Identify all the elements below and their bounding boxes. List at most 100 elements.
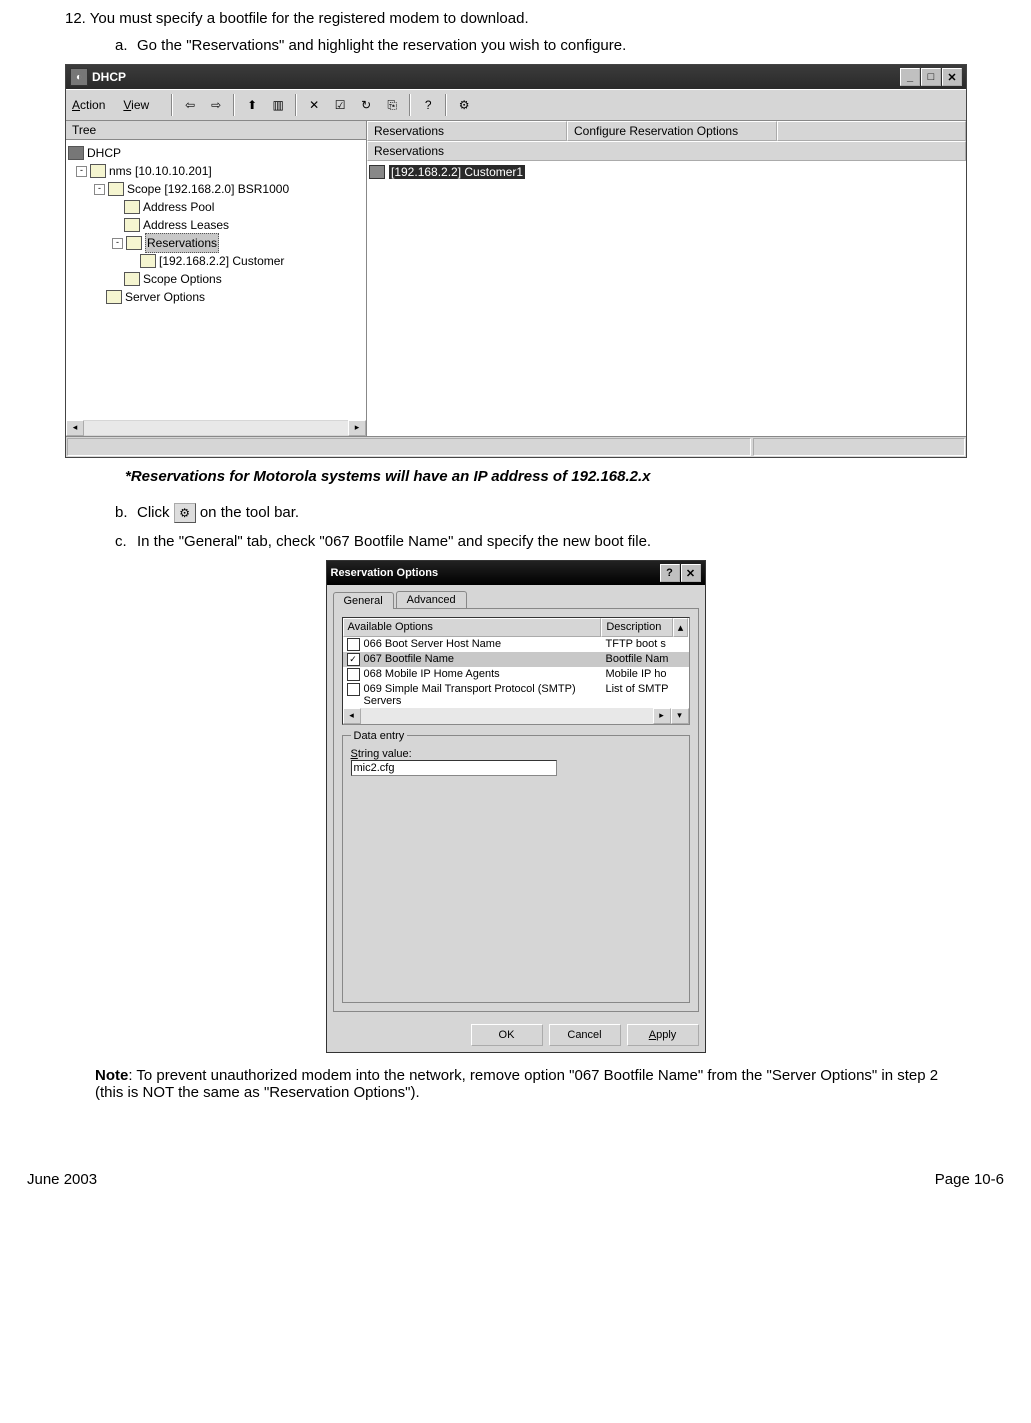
checkbox-066[interactable] bbox=[347, 638, 360, 651]
tree-res-item[interactable]: [192.168.2.2] Customer bbox=[159, 252, 284, 270]
scroll-left-button[interactable]: ◂ bbox=[66, 420, 84, 436]
col-config-options[interactable]: Configure Reservation Options bbox=[567, 121, 777, 141]
tab-advanced[interactable]: Advanced bbox=[396, 591, 467, 608]
tree-leases[interactable]: Address Leases bbox=[143, 216, 229, 234]
option-desc: TFTP boot s bbox=[606, 638, 666, 651]
collapse-icon[interactable]: - bbox=[76, 166, 87, 177]
tree-nms[interactable]: nms [10.10.10.201] bbox=[109, 162, 212, 180]
gear-icon: ⚙ bbox=[174, 503, 196, 523]
col-available-options[interactable]: Available Options bbox=[343, 618, 602, 637]
string-value-label: String value: bbox=[351, 748, 681, 760]
page-footer: June 2003 Page 10-6 bbox=[25, 1171, 1006, 1188]
tree-scope[interactable]: Scope [192.168.2.0] BSR1000 bbox=[127, 180, 289, 198]
col-empty bbox=[777, 121, 966, 141]
list-pane: Reservations Configure Reservation Optio… bbox=[367, 121, 966, 436]
option-row-067[interactable]: ✓ 067 Bootfile Name Bootfile Nam bbox=[343, 652, 689, 667]
checkbox-069[interactable] bbox=[347, 683, 360, 696]
tree-scope-opts[interactable]: Scope Options bbox=[143, 270, 222, 288]
step-b-pre: Click bbox=[137, 504, 174, 521]
step-a: a.Go the "Reservations" and highlight th… bbox=[115, 37, 1006, 54]
tree[interactable]: DHCP -nms [10.10.10.201] -Scope [192.168… bbox=[66, 140, 366, 420]
string-value-input[interactable] bbox=[351, 760, 557, 776]
menu-view[interactable]: View bbox=[123, 98, 149, 112]
col-description[interactable]: Description bbox=[601, 618, 672, 637]
options-listbox[interactable]: Available Options Description ▴ 066 Boot… bbox=[342, 617, 690, 725]
dhcp-window: ◐ DHCP _ □ ✕ Action View ⇦ ⇨ ⬆ ▥ ✕ ☑ ↻ ⎘… bbox=[65, 64, 967, 458]
show-hide-button[interactable]: ▥ bbox=[266, 93, 290, 117]
title-bar[interactable]: ◐ DHCP _ □ ✕ bbox=[66, 65, 966, 89]
step-b-post: on the tool bar. bbox=[196, 504, 299, 521]
collapse-icon[interactable]: - bbox=[94, 184, 105, 195]
export-button[interactable]: ⎘ bbox=[380, 93, 404, 117]
option-desc: List of SMTP bbox=[606, 683, 669, 707]
tree-pane: Tree DHCP -nms [10.10.10.201] -Scope [19… bbox=[66, 121, 367, 436]
scroll-left-button[interactable]: ◂ bbox=[343, 708, 361, 724]
checkbox-067[interactable]: ✓ bbox=[347, 653, 360, 666]
delete-button[interactable]: ✕ bbox=[302, 93, 326, 117]
option-desc: Bootfile Nam bbox=[606, 653, 669, 666]
options-button[interactable]: ⚙ bbox=[452, 93, 476, 117]
dialog-title-bar[interactable]: Reservation Options ? ✕ bbox=[327, 561, 705, 585]
forward-button[interactable]: ⇨ bbox=[204, 93, 228, 117]
dialog-title: Reservation Options bbox=[331, 567, 439, 579]
tree-pool[interactable]: Address Pool bbox=[143, 198, 214, 216]
reservations-list[interactable]: [192.168.2.2] Customer1 bbox=[367, 161, 966, 436]
folder-icon bbox=[126, 236, 142, 250]
folder-icon bbox=[124, 200, 140, 214]
tree-reservations[interactable]: Reservations bbox=[145, 233, 219, 253]
option-row-066[interactable]: 066 Boot Server Host Name TFTP boot s bbox=[343, 637, 689, 652]
scroll-right-button[interactable]: ▸ bbox=[348, 420, 366, 436]
folder-icon bbox=[124, 272, 140, 286]
data-entry-legend: Data entry bbox=[351, 730, 408, 742]
folder-icon bbox=[108, 182, 124, 196]
footer-left: June 2003 bbox=[27, 1171, 97, 1188]
close-button[interactable]: ✕ bbox=[681, 564, 701, 582]
up-button[interactable]: ⬆ bbox=[240, 93, 264, 117]
help-button[interactable]: ? bbox=[416, 93, 440, 117]
separator bbox=[409, 94, 411, 116]
server-icon bbox=[90, 164, 106, 178]
figure-caption: *Reservations for Motorola systems will … bbox=[125, 468, 1006, 485]
checkbox-068[interactable] bbox=[347, 668, 360, 681]
option-row-068[interactable]: 068 Mobile IP Home Agents Mobile IP ho bbox=[343, 667, 689, 682]
folder-icon bbox=[106, 290, 122, 304]
menu-bar: Action View ⇦ ⇨ ⬆ ▥ ✕ ☑ ↻ ⎘ ? ⚙ bbox=[66, 89, 966, 121]
tab-general[interactable]: General bbox=[333, 592, 394, 609]
refresh-button[interactable]: ↻ bbox=[354, 93, 378, 117]
step-12: 12. You must specify a bootfile for the … bbox=[65, 10, 1006, 27]
back-button[interactable]: ⇦ bbox=[178, 93, 202, 117]
tree-root[interactable]: DHCP bbox=[87, 144, 121, 162]
maximize-button[interactable]: □ bbox=[921, 68, 941, 86]
scroll-right-button[interactable]: ▸ bbox=[653, 708, 671, 724]
ok-button[interactable]: OK bbox=[471, 1024, 543, 1046]
step-c-text: In the "General" tab, check "067 Bootfil… bbox=[137, 533, 651, 550]
col-reservations[interactable]: Reservations bbox=[367, 121, 567, 141]
minimize-button[interactable]: _ bbox=[900, 68, 920, 86]
scroll-up-button[interactable]: ▴ bbox=[673, 618, 689, 637]
option-label: 068 Mobile IP Home Agents bbox=[364, 668, 606, 681]
step-a-text: Go the "Reservations" and highlight the … bbox=[137, 37, 626, 54]
tree-server-opts[interactable]: Server Options bbox=[125, 288, 205, 306]
app-icon: ◐ bbox=[70, 68, 88, 86]
status-bar bbox=[66, 436, 966, 457]
col-reservations-2[interactable]: Reservations bbox=[367, 141, 966, 161]
menu-action[interactable]: Action bbox=[72, 98, 105, 112]
apply-button[interactable]: Apply bbox=[627, 1024, 699, 1046]
cancel-button[interactable]: Cancel bbox=[549, 1024, 621, 1046]
separator bbox=[445, 94, 447, 116]
item-icon bbox=[140, 254, 156, 268]
help-button[interactable]: ? bbox=[660, 564, 680, 582]
scroll-down-button[interactable]: ▾ bbox=[671, 708, 689, 724]
collapse-icon[interactable]: - bbox=[112, 238, 123, 249]
h-scrollbar[interactable]: ◂ ▸ bbox=[66, 420, 366, 436]
option-row-069[interactable]: 069 Simple Mail Transport Protocol (SMTP… bbox=[343, 682, 689, 708]
reservation-options-dialog: Reservation Options ? ✕ General Advanced… bbox=[326, 560, 706, 1053]
window-title: DHCP bbox=[92, 70, 126, 84]
separator bbox=[171, 94, 173, 116]
data-entry-group: Data entry String value: bbox=[342, 735, 690, 1003]
properties-button[interactable]: ☑ bbox=[328, 93, 352, 117]
tree-tab[interactable]: Tree bbox=[66, 121, 366, 140]
list-item[interactable]: [192.168.2.2] Customer1 bbox=[369, 163, 964, 181]
separator bbox=[233, 94, 235, 116]
close-button[interactable]: ✕ bbox=[942, 68, 962, 86]
